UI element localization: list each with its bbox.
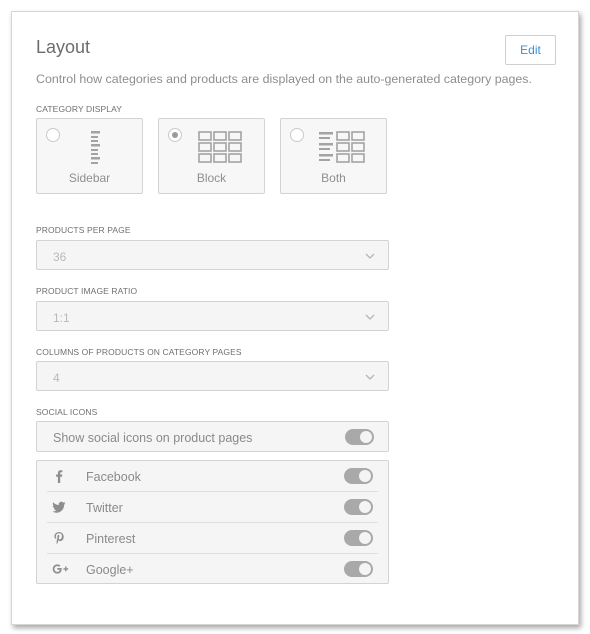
- both-radio[interactable]: [290, 128, 304, 142]
- block-radio[interactable]: [168, 128, 182, 142]
- google-plus-toggle[interactable]: [344, 561, 373, 577]
- show-social-icons-row: Show social icons on product pages: [36, 421, 389, 452]
- columns-value: 4: [53, 371, 60, 385]
- block-option-label: Block: [196, 171, 227, 185]
- category-display-option-both[interactable]: Both: [280, 118, 387, 194]
- page-title: Layout: [36, 37, 91, 57]
- facebook-toggle[interactable]: [344, 468, 373, 484]
- social-row-pinterest: Pinterest: [37, 523, 388, 554]
- products-per-page-select[interactable]: 36: [36, 240, 389, 270]
- layout-settings-card: Layout Edit Control how categories and p…: [11, 11, 579, 625]
- block-grid-icon: [198, 131, 242, 163]
- social-icons-label: SOCIAL ICONS: [36, 407, 98, 417]
- sidebar-layout-icon: [91, 131, 100, 164]
- google-plus-label: Google+: [86, 563, 134, 577]
- sidebar-and-grid-icon: [319, 131, 365, 163]
- facebook-icon: [56, 470, 63, 483]
- image-ratio-select[interactable]: 1:1: [36, 301, 389, 331]
- products-per-page-label: PRODUCTS PER PAGE: [36, 225, 131, 235]
- chevron-down-icon: [365, 374, 375, 380]
- sidebar-radio[interactable]: [46, 128, 60, 142]
- google-plus-icon: [52, 564, 69, 574]
- columns-select[interactable]: 4: [36, 361, 389, 391]
- show-social-icons-toggle[interactable]: [345, 429, 374, 445]
- columns-label: COLUMNS OF PRODUCTS ON CATEGORY PAGES: [36, 347, 242, 357]
- twitter-label: Twitter: [86, 501, 123, 515]
- category-display-option-block[interactable]: Block: [158, 118, 265, 194]
- sidebar-option-label: Sidebar: [68, 171, 111, 185]
- social-row-twitter: Twitter: [37, 492, 388, 523]
- pinterest-toggle[interactable]: [344, 530, 373, 546]
- social-networks-list: Facebook Twitter Pinterest Google+: [36, 460, 389, 584]
- show-social-icons-label: Show social icons on product pages: [53, 431, 253, 445]
- edit-button[interactable]: Edit: [505, 35, 556, 65]
- category-display-label: CATEGORY DISPLAY: [36, 104, 122, 114]
- social-row-google-plus: Google+: [37, 554, 388, 585]
- products-per-page-value: 36: [53, 250, 67, 264]
- pinterest-label: Pinterest: [86, 532, 136, 546]
- social-row-facebook: Facebook: [37, 461, 388, 492]
- category-display-option-sidebar[interactable]: Sidebar: [36, 118, 143, 194]
- chevron-down-icon: [365, 253, 375, 259]
- facebook-label: Facebook: [86, 470, 141, 484]
- image-ratio-value: 1:1: [53, 311, 70, 325]
- twitter-toggle[interactable]: [344, 499, 373, 515]
- pinterest-icon: [54, 532, 64, 544]
- chevron-down-icon: [365, 314, 375, 320]
- twitter-icon: [52, 501, 66, 513]
- layout-description: Control how categories and products are …: [36, 72, 532, 86]
- image-ratio-label: PRODUCT IMAGE RATIO: [36, 286, 138, 296]
- both-option-label: Both: [321, 171, 346, 185]
